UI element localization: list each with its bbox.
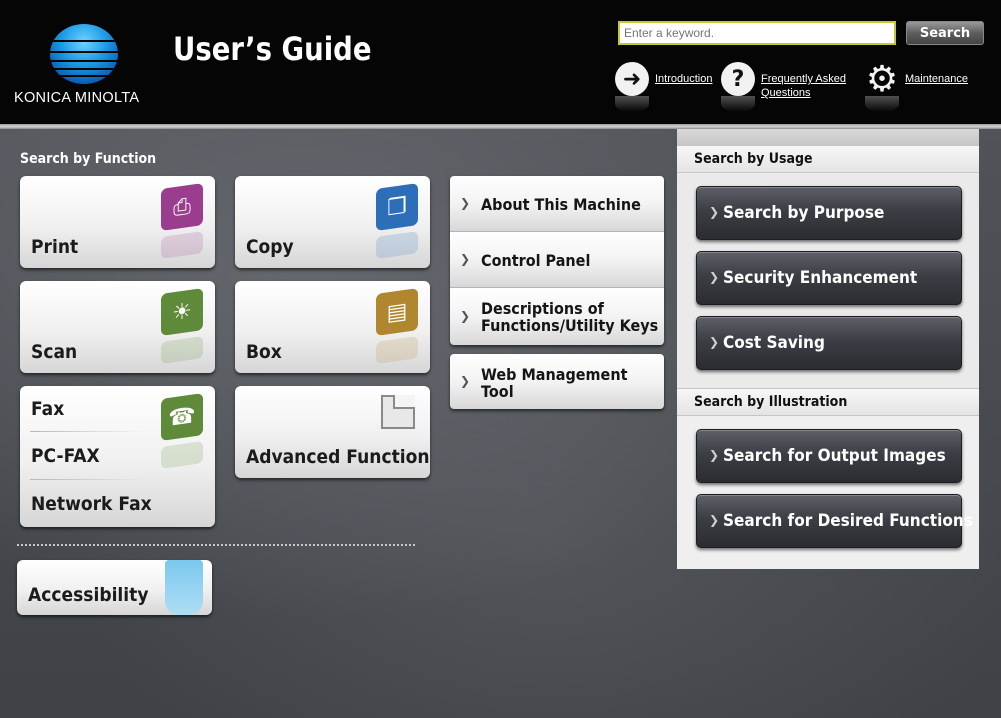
keyword-search-input[interactable] [618, 21, 896, 45]
cost-saving-button[interactable]: ❯ Cost Saving [696, 316, 962, 370]
introduction-link-label[interactable]: Introduction [655, 72, 712, 86]
dotted-separator [17, 544, 415, 546]
print-icon: ⎙ [161, 183, 203, 231]
right-panel: Search by Usage ❯ Search by Purpose ❯ Se… [677, 129, 979, 569]
brand-logo-text: KONICA MINOLTA [14, 90, 140, 106]
fax-label[interactable]: Fax [31, 398, 64, 420]
fax-icon: ☎ [161, 393, 203, 441]
accessibility-tile[interactable]: Accessibility [17, 560, 212, 615]
box-label: Box [246, 341, 282, 363]
about-this-machine-link[interactable]: ❯ About This Machine [450, 176, 664, 232]
search-button[interactable]: Search [906, 21, 984, 45]
faq-link[interactable]: ? Frequently Asked Questions [721, 62, 846, 112]
chevron-right-icon: ❯ [709, 513, 720, 527]
scan-icon: ☀ [161, 288, 203, 336]
advanced-function-tile[interactable]: Advanced Function [235, 386, 430, 478]
header-bar: KONICA MINOLTA User’s Guide Search ➜ Int… [0, 0, 1001, 124]
pc-fax-label[interactable]: PC-FAX [31, 445, 100, 467]
search-desired-functions-button[interactable]: ❯ Search for Desired Functions [696, 494, 973, 548]
print-label: Print [31, 236, 79, 258]
copy-icon: ❐ [376, 183, 418, 231]
chevron-right-icon: ❯ [460, 252, 471, 266]
box-icon: ▤ [376, 288, 418, 336]
search-by-purpose-button[interactable]: ❯ Search by Purpose [696, 186, 962, 240]
chevron-right-icon: ❯ [709, 335, 720, 349]
print-tile[interactable]: ⎙ Print [20, 176, 215, 268]
network-fax-label[interactable]: Network Fax [31, 493, 152, 515]
search-by-illustration-header: Search by Illustration [677, 388, 979, 416]
arrow-right-icon: ➜ [615, 62, 649, 96]
search-by-function-title: Search by Function [20, 151, 157, 167]
maintenance-link[interactable]: ⚙ Maintenance [865, 58, 968, 112]
chevron-right-icon: ❯ [460, 309, 471, 323]
advanced-function-label: Advanced Function [246, 446, 430, 468]
konica-minolta-globe-logo [50, 24, 118, 84]
chevron-right-icon: ❯ [709, 205, 720, 219]
search-output-images-button[interactable]: ❯ Search for Output Images [696, 429, 962, 483]
control-panel-link[interactable]: ❯ Control Panel [450, 232, 664, 288]
function-links-group: ❯ About This Machine ❯ Control Panel ❯ D… [450, 176, 664, 345]
faq-link-label[interactable]: Frequently Asked Questions [761, 72, 846, 100]
scan-label: Scan [31, 341, 78, 363]
gear-icon: ⚙ [865, 58, 899, 100]
maintenance-link-label[interactable]: Maintenance [905, 72, 968, 86]
introduction-link[interactable]: ➜ Introduction [615, 62, 712, 112]
search-by-usage-header: Search by Usage [677, 145, 979, 173]
copy-label: Copy [246, 236, 294, 258]
fax-divider [30, 431, 145, 432]
web-management-tool-link[interactable]: ❯ Web Management Tool [450, 354, 664, 409]
scan-tile[interactable]: ☀ Scan [20, 281, 215, 373]
box-tile[interactable]: ▤ Box [235, 281, 430, 373]
copy-tile[interactable]: ❐ Copy [235, 176, 430, 268]
descriptions-functions-link[interactable]: ❯ Descriptions of Functions/Utility Keys [450, 288, 664, 345]
security-enhancement-button[interactable]: ❯ Security Enhancement [696, 251, 962, 305]
hand-icon [165, 560, 203, 615]
pc-fax-divider [30, 479, 145, 480]
accessibility-label: Accessibility [28, 584, 149, 606]
chevron-right-icon: ❯ [709, 448, 720, 462]
chevron-right-icon: ❯ [460, 196, 471, 210]
chevron-right-icon: ❯ [460, 374, 471, 388]
page-title: User’s Guide [173, 30, 372, 68]
fax-tile-group: ☎ Fax PC-FAX Network Fax [20, 386, 215, 527]
chevron-right-icon: ❯ [709, 270, 720, 284]
question-icon: ? [721, 62, 755, 96]
document-icon [381, 395, 415, 429]
